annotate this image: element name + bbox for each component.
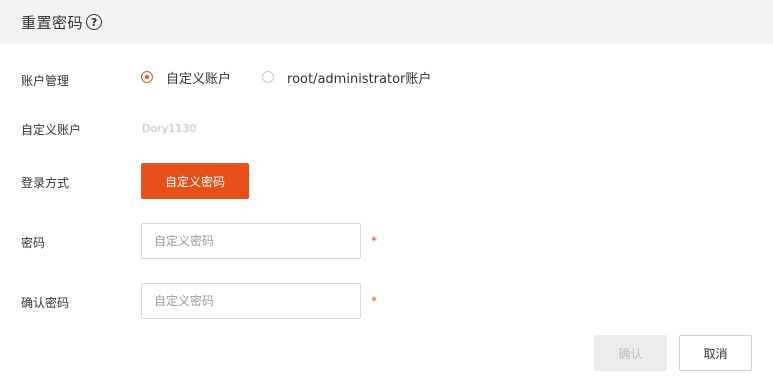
- login-method-label: 登录方式: [21, 176, 70, 190]
- account-management-row: 账户管理 自定义账户 root/administrator账户: [0, 68, 773, 90]
- cancel-button[interactable]: 取消: [679, 335, 752, 371]
- custom-account-row: 自定义账户 Dory1130: [0, 120, 773, 138]
- password-label: 密码: [21, 236, 46, 250]
- confirm-password-input[interactable]: [141, 283, 361, 319]
- question-circle-icon[interactable]: ?: [86, 14, 103, 30]
- confirm-password-label: 确认密码: [21, 296, 70, 310]
- password-row: 密码 *: [0, 223, 773, 259]
- confirm-button[interactable]: 确认: [594, 335, 667, 371]
- custom-account-value: Dory1130: [142, 122, 197, 135]
- radio-root-account[interactable]: root/administrator账户: [262, 68, 431, 87]
- login-method-row: 登录方式 自定义密码: [0, 163, 773, 199]
- password-required-mark: *: [371, 234, 377, 248]
- confirm-password-required-mark: *: [371, 294, 377, 308]
- radio-custom-account-label: 自定义账户: [166, 71, 232, 87]
- radio-checked-icon[interactable]: [141, 71, 153, 83]
- dialog-title: 重置密码: [21, 13, 84, 32]
- account-management-label: 账户管理: [21, 74, 70, 88]
- password-input[interactable]: [141, 223, 361, 259]
- custom-account-label: 自定义账户: [21, 123, 82, 137]
- radio-custom-account[interactable]: 自定义账户: [141, 68, 231, 87]
- radio-unchecked-icon[interactable]: [262, 71, 275, 83]
- confirm-password-row: 确认密码 *: [0, 283, 773, 319]
- radio-root-account-label: root/administrator账户: [287, 71, 432, 87]
- custom-password-button[interactable]: 自定义密码: [141, 163, 249, 199]
- dialog-header: 重置密码 ?: [0, 0, 773, 44]
- account-type-radio-group: 自定义账户 root/administrator账户: [141, 68, 462, 87]
